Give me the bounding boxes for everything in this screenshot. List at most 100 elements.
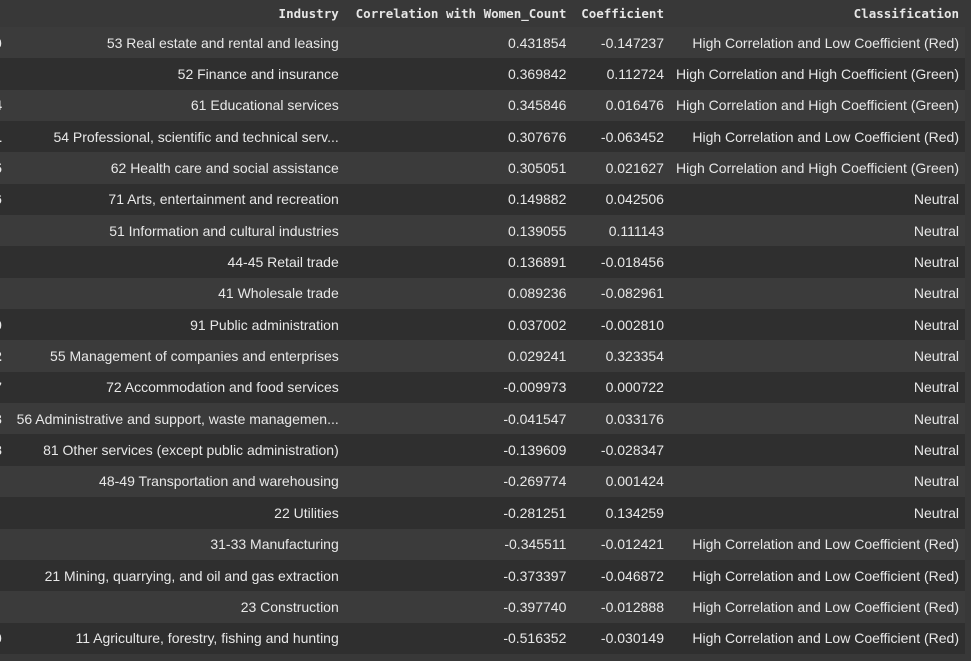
industry-cell: 53 Real estate and rental and leasing: [6, 27, 345, 59]
coefficient-cell: 0.021627: [572, 152, 670, 184]
industry-cell: 54 Professional, scientific and technica…: [6, 121, 345, 153]
coefficient-cell: -0.082961: [572, 277, 670, 310]
classification-cell: Neutral: [669, 403, 965, 435]
correlation-cell: -0.397740: [344, 591, 573, 623]
industry-cell: 48-49 Transportation and warehousing: [6, 465, 345, 498]
table-row: 41 Wholesale trade 0.089236 -0.082961 Neutr…: [0, 277, 965, 310]
industry-cell: 51 Information and cultural industries: [6, 215, 345, 247]
coefficient-cell: -0.028347: [572, 434, 670, 466]
industry-cell: 81 Other services (except public adminis…: [6, 434, 345, 466]
classification-cell: Neutral: [669, 183, 965, 216]
table-row: 51 Information and cultural industries 0.…: [0, 215, 965, 247]
correlation-cell: -0.139609: [344, 434, 573, 466]
table-row: 461 Educational services0.3458460.016476…: [0, 89, 965, 122]
table-row: 48-49 Transportation and warehousing -0.2…: [0, 465, 965, 498]
column-header-industry: Industry: [6, 0, 345, 27]
coefficient-cell: -0.018456: [572, 246, 670, 278]
classification-cell: Neutral: [669, 309, 965, 341]
correlation-cell: -0.345511: [344, 528, 573, 560]
table-row: 053 Real estate and rental and leasing0.…: [0, 27, 965, 59]
classification-cell: High Correlation and Low Coefficient (Re…: [669, 121, 965, 153]
industry-cell: 55 Management of companies and enterpris…: [6, 340, 345, 372]
correlation-cell: 0.089236: [344, 277, 573, 310]
industry-cell: 56 Administrative and support, waste man…: [6, 403, 345, 435]
coefficient-cell: 0.134259: [572, 497, 670, 529]
industry-cell: 23 Construction: [6, 591, 345, 623]
header-row: Industry Correlation with Women_Count Co…: [0, 0, 965, 27]
coefficient-cell: 0.001424: [572, 465, 670, 498]
industry-cell: 41 Wholesale trade: [6, 277, 345, 310]
coefficient-cell: 0.112724: [572, 58, 670, 90]
classification-cell: High Correlation and High Coefficient (G…: [669, 152, 965, 184]
coefficient-cell: -0.012421: [572, 528, 670, 560]
industry-cell: 61 Educational services: [6, 89, 345, 122]
correlation-cell: 0.149882: [344, 183, 573, 216]
coefficient-cell: -0.002810: [572, 309, 670, 341]
table-row: 255 Management of companies and enterpri…: [0, 340, 965, 372]
coefficient-cell: -0.147237: [572, 27, 670, 59]
correlation-cell: 0.369842: [344, 58, 573, 90]
classification-cell: High Correlation and Low Coefficient (Re…: [669, 528, 965, 560]
table-row: 23 Construction -0.397740 -0.012888 High Co…: [0, 591, 965, 623]
industry-cell: 31-33 Manufacturing: [6, 528, 345, 560]
industry-cell: 62 Health care and social assistance: [6, 152, 345, 184]
correlation-cell: -0.373397: [344, 559, 573, 592]
table-row: 154 Professional, scientific and technic…: [0, 121, 965, 153]
table-row: 772 Accommodation and food services-0.00…: [0, 371, 965, 404]
column-header-classification: Classification: [669, 0, 965, 27]
dataframe-table: Industry Correlation with Women_Count Co…: [0, 0, 965, 654]
coefficient-cell: 0.323354: [572, 340, 670, 372]
table-row: 21 Mining, quarrying, and oil and gas ex…: [0, 559, 965, 592]
table-row: 22 Utilities -0.281251 0.134259 Neutral: [0, 497, 965, 529]
classification-cell: Neutral: [669, 497, 965, 529]
correlation-cell: -0.009973: [344, 371, 573, 404]
correlation-cell: 0.307676: [344, 121, 573, 153]
table-row: 356 Administrative and support, waste ma…: [0, 403, 965, 435]
industry-cell: 91 Public administration: [6, 309, 345, 341]
table-row: 991 Public administration0.037002-0.0028…: [0, 309, 965, 341]
output-footer: [0, 655, 971, 661]
correlation-cell: -0.281251: [344, 497, 573, 529]
correlation-cell: -0.041547: [344, 403, 573, 435]
coefficient-cell: 0.042506: [572, 183, 670, 216]
table-row: 011 Agriculture, forestry, fishing and h…: [0, 622, 965, 654]
industry-cell: 22 Utilities: [6, 497, 345, 529]
coefficient-cell: -0.063452: [572, 121, 670, 153]
correlation-cell: 0.139055: [344, 215, 573, 247]
coefficient-cell: -0.012888: [572, 591, 670, 623]
classification-cell: High Correlation and Low Coefficient (Re…: [669, 591, 965, 623]
classification-cell: High Correlation and Low Coefficient (Re…: [669, 27, 965, 59]
table-row: 562 Health care and social assistance0.3…: [0, 152, 965, 184]
table-row: 44-45 Retail trade 0.136891 -0.018456 Neutr…: [0, 246, 965, 278]
table-row: 671 Arts, entertainment and recreation0.…: [0, 183, 965, 216]
classification-cell: High Correlation and Low Coefficient (Re…: [669, 622, 965, 654]
coefficient-cell: 0.000722: [572, 371, 670, 404]
table-row: 52 Finance and insurance 0.369842 0.112724…: [0, 58, 965, 90]
industry-cell: 21 Mining, quarrying, and oil and gas ex…: [6, 559, 345, 592]
classification-cell: Neutral: [669, 371, 965, 404]
industry-cell: 71 Arts, entertainment and recreation: [6, 183, 345, 216]
correlation-cell: 0.345846: [344, 89, 573, 122]
table-row: 881 Other services (except public admini…: [0, 434, 965, 466]
correlation-cell: 0.431854: [344, 27, 573, 59]
classification-cell: Neutral: [669, 215, 965, 247]
classification-cell: Neutral: [669, 340, 965, 372]
classification-cell: Neutral: [669, 246, 965, 278]
classification-cell: Neutral: [669, 434, 965, 466]
classification-cell: Neutral: [669, 277, 965, 310]
industry-cell: 44-45 Retail trade: [6, 246, 345, 278]
classification-cell: High Correlation and High Coefficient (G…: [669, 89, 965, 122]
industry-cell: 52 Finance and insurance: [6, 58, 345, 90]
industry-cell: 72 Accommodation and food services: [6, 371, 345, 404]
column-header-coefficient: Coefficient: [572, 0, 670, 27]
coefficient-cell: -0.046872: [572, 559, 670, 592]
industry-cell: 11 Agriculture, forestry, fishing and hu…: [6, 622, 345, 654]
correlation-cell: -0.269774: [344, 465, 573, 498]
table-row: 31-33 Manufacturing -0.345511 -0.012421 Hig…: [0, 528, 965, 560]
correlation-cell: 0.029241: [344, 340, 573, 372]
classification-cell: Neutral: [669, 465, 965, 498]
correlation-cell: -0.516352: [344, 622, 573, 654]
coefficient-cell: 0.016476: [572, 89, 670, 122]
correlation-cell: 0.136891: [344, 246, 573, 278]
coefficient-cell: 0.111143: [572, 215, 670, 247]
